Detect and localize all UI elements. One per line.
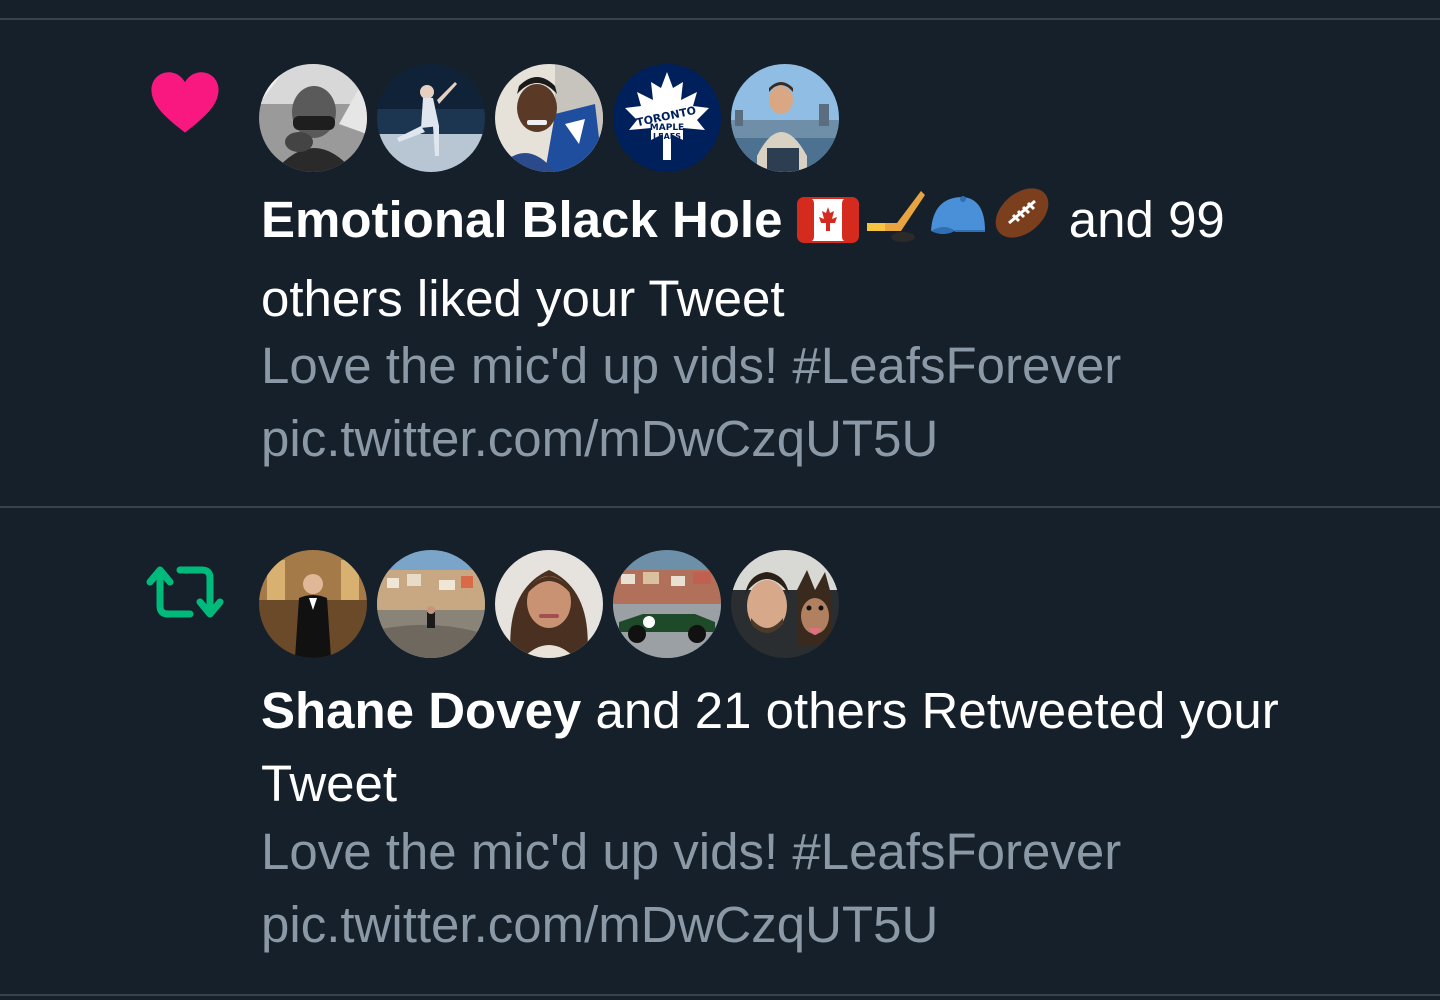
blue-cap-icon [925,187,989,262]
avatar[interactable] [259,550,367,658]
tweet-text: Love the mic'd up vids! #LeafsForever [261,337,1122,394]
actor-name[interactable]: Shane Dovey [261,682,581,739]
tweet-preview[interactable]: Love the mic'd up vids! #LeafsForever pi… [261,329,1371,475]
tweet-preview[interactable]: Love the mic'd up vids! #LeafsForever pi… [261,815,1371,961]
notifications-feed: TORONTO MAPLE LEAFS Emotional Black Hole… [0,0,1440,1000]
retweet-notification[interactable]: Shane Dovey and 21 others Retweeted your… [0,508,1440,994]
avatar-row [259,550,839,658]
tweet-link[interactable]: pic.twitter.com/mDwCzqUT5U [261,888,1371,961]
heart-icon [140,62,230,142]
avatar-row: TORONTO MAPLE LEAFS [259,64,839,172]
avatar[interactable] [495,64,603,172]
avatar[interactable] [259,64,367,172]
retweet-icon [140,552,230,632]
avatar[interactable] [731,64,839,172]
avatar[interactable] [495,550,603,658]
divider [0,994,1440,996]
logo-text: LEAFS [653,132,681,141]
football-icon [989,183,1055,262]
avatar-maple-leafs-logo[interactable]: TORONTO MAPLE LEAFS [613,64,721,172]
like-notification[interactable]: TORONTO MAPLE LEAFS Emotional Black Hole… [0,20,1440,506]
tweet-text: Love the mic'd up vids! #LeafsForever [261,823,1122,880]
notification-message: Emotional Black Hole and 99 others liked… [261,183,1371,335]
avatar[interactable] [377,550,485,658]
avatar[interactable] [377,64,485,172]
canada-flag-icon [796,189,859,262]
actor-name[interactable]: Emotional Black Hole [261,191,782,248]
notification-message: Shane Dovey and 21 others Retweeted your… [261,674,1371,820]
avatar[interactable] [731,550,839,658]
hockey-stick-icon [859,187,925,262]
avatar[interactable] [613,550,721,658]
tweet-link[interactable]: pic.twitter.com/mDwCzqUT5U [261,402,1371,475]
